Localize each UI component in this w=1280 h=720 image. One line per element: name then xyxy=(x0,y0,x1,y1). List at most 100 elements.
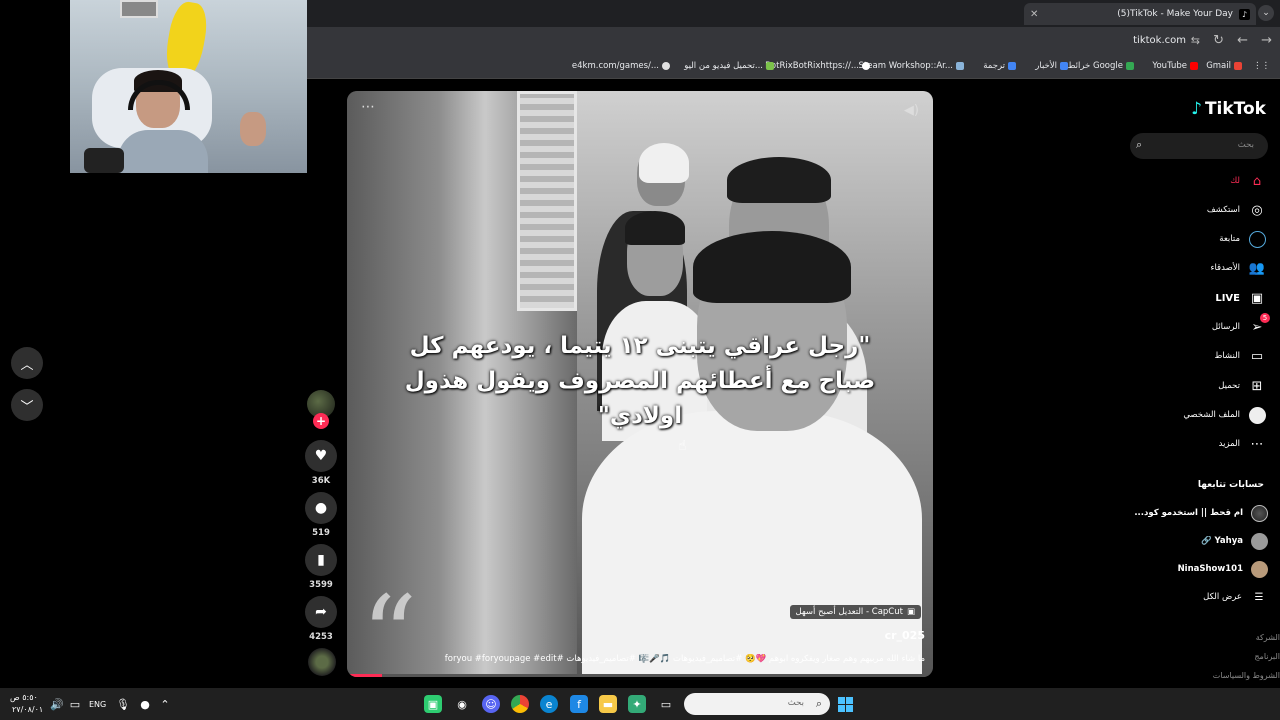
avatar xyxy=(1251,532,1268,550)
capcut-icon: ▣ xyxy=(906,607,915,617)
menu-upload[interactable]: ⊞ تحميل xyxy=(1218,375,1266,397)
video-progress-bar[interactable] xyxy=(347,674,933,677)
menu-profile[interactable]: الملف الشخصي xyxy=(1183,404,1266,426)
save-count: 3599 xyxy=(309,580,333,590)
discord-icon[interactable]: ☺ xyxy=(482,695,500,713)
start-windows-icon[interactable] xyxy=(836,695,854,713)
footer-terms-link[interactable]: الشروط والسياسات xyxy=(1213,671,1280,680)
bookmark-maps[interactable]: خرائط Google xyxy=(1068,61,1134,71)
url-field[interactable]: tiktok.com xyxy=(1133,35,1186,46)
following-account-item[interactable]: NinaShow101 xyxy=(1178,559,1268,579)
video-caption: "رجل عراقي يتبنى ١٢ يتيما ، يودعهم كل صب… xyxy=(404,333,876,429)
list-icon: ☰ xyxy=(1254,591,1264,603)
search-input[interactable]: ⌕ بحث xyxy=(1130,133,1268,159)
avatar xyxy=(1251,504,1268,522)
previous-video-button[interactable]: ︿ xyxy=(11,347,43,379)
more-icon: ⋯ xyxy=(1250,436,1264,452)
network-icon[interactable]: ▭ xyxy=(66,695,84,713)
share-count: 4253 xyxy=(309,632,333,642)
browser-tab-tiktok[interactable]: ♪ (5)TikTok - Make Your Day ✕ xyxy=(1024,3,1256,25)
tiktok-logo[interactable]: TikTok ♪ xyxy=(1191,99,1266,119)
following-account-item[interactable]: ام قحط || استخدمو كود... xyxy=(1134,503,1268,523)
home-icon: ⌂ xyxy=(1252,173,1262,189)
taskbar-search[interactable]: ⌕ بحث xyxy=(684,693,830,715)
forward-arrow-icon[interactable]: ← xyxy=(1237,33,1248,48)
bookmark-video-download[interactable]: تحميل فيديو من اليو... xyxy=(684,61,774,71)
tray-app-icon[interactable]: ● xyxy=(136,695,154,713)
tab-search-icon[interactable]: ⌄ xyxy=(1258,5,1274,21)
chevron-up-icon: ︿ xyxy=(20,357,34,373)
volume-icon[interactable]: 🔊 xyxy=(48,695,66,713)
menu-activity[interactable]: ▭ النشاط xyxy=(1214,345,1266,367)
file-explorer-icon[interactable]: ▬ xyxy=(599,695,617,713)
tiktok-sidebar: TikTok ♪ ⌕ بحث ⌂ لك ◎ استكشف متابعة 👥 ال… xyxy=(1130,79,1280,688)
footer-company-link[interactable]: الشركة xyxy=(1256,633,1280,642)
more-options-icon[interactable]: ⋯ xyxy=(361,99,375,115)
translate-icon xyxy=(1008,62,1016,70)
bookmark-gmail[interactable]: Gmail xyxy=(1206,61,1242,71)
music-disc-icon[interactable] xyxy=(308,648,336,676)
tab-title: (5)TikTok - Make Your Day xyxy=(1117,9,1233,19)
microphone xyxy=(84,148,124,173)
door-grille xyxy=(517,91,577,311)
chevron-down-icon: ﹀ xyxy=(20,399,34,415)
game-icon[interactable]: ✦ xyxy=(628,695,646,713)
tray-expand-icon[interactable]: ⌃ xyxy=(156,695,174,713)
volume-icon[interactable]: ◀) xyxy=(904,103,919,118)
clock-date[interactable]: ٢٧/٠٨/٠١ xyxy=(12,705,43,714)
capcut-badge[interactable]: ▣ CapCut - التعديل أصبح أسهل xyxy=(789,605,921,619)
streamer xyxy=(118,70,208,173)
back-arrow-icon[interactable]: → xyxy=(1261,33,1272,48)
app-icon[interactable]: ▣ xyxy=(424,695,442,713)
bookmark-icon: ▮ xyxy=(317,552,325,568)
heart-icon: ♥ xyxy=(314,448,328,464)
next-video-button[interactable]: ﹀ xyxy=(11,389,43,421)
menu-more[interactable]: ⋯ المزيد xyxy=(1219,433,1266,455)
follow-button[interactable]: + xyxy=(313,413,329,429)
upload-icon: ⊞ xyxy=(1251,378,1263,394)
site-settings-icon[interactable]: ⇆ xyxy=(1191,34,1200,47)
reload-icon[interactable]: ↻ xyxy=(1213,33,1224,48)
bookmark-steam[interactable]: Steam Workshop::Ar... xyxy=(859,61,964,71)
microphone-icon[interactable]: 🎙 xyxy=(114,695,132,713)
bookmark-youtube[interactable]: YouTube xyxy=(1152,61,1198,71)
task-view-icon[interactable]: ▭ xyxy=(657,695,675,713)
language-indicator[interactable]: ENG xyxy=(89,700,106,709)
menu-live[interactable]: ▣ LIVE xyxy=(1215,287,1266,309)
share-button[interactable]: ➦ xyxy=(305,596,337,628)
obs-icon[interactable]: ◉ xyxy=(453,695,471,713)
see-all-link[interactable]: ☰ عرض الكل xyxy=(1203,587,1268,607)
comment-button[interactable]: ● xyxy=(305,492,337,524)
search-icon[interactable]: ⌕ xyxy=(1136,138,1142,152)
menu-for-you[interactable]: ⌂ لك xyxy=(1230,170,1266,192)
menu-following[interactable]: متابعة xyxy=(1219,228,1266,250)
bookmark-botrix[interactable]: BotRixBotRixhttps://... xyxy=(765,61,870,71)
video-author[interactable]: cr_025 xyxy=(885,629,925,642)
footer-program-link[interactable]: البرنامج xyxy=(1254,652,1280,661)
clock-time[interactable]: ٥:٥٠ ص xyxy=(10,693,38,702)
menu-messages[interactable]: ➢ 5 الرسائل xyxy=(1212,313,1270,338)
like-button[interactable]: ♥ xyxy=(305,440,337,472)
facebook-icon[interactable]: f xyxy=(570,695,588,713)
save-button[interactable]: ▮ xyxy=(305,544,337,576)
video-progress-fill xyxy=(347,674,383,677)
messages-icon: ➢ 5 xyxy=(1248,313,1270,336)
menu-friends[interactable]: 👥 الأصدقاء xyxy=(1210,257,1266,279)
edge-icon[interactable]: e xyxy=(540,695,558,713)
tab-close-button[interactable]: ✕ xyxy=(1030,9,1038,20)
video-description: ما شاء الله مربيهم وهم صغار ويفكروه ابوه… xyxy=(444,654,925,664)
chrome-icon[interactable] xyxy=(511,695,529,713)
comment-icon: ● xyxy=(314,500,328,516)
bookmarks-menu-icon[interactable]: ⋮⋮ xyxy=(1253,61,1270,71)
compass-icon: ◎ xyxy=(1251,202,1263,218)
following-icon xyxy=(1248,230,1266,248)
video-player[interactable]: ⋯ ◀) "رجل عراقي يتبنى ١٢ يتيما ، يودعهم … xyxy=(347,91,933,677)
capcut-label: CapCut - التعديل أصبح أسهل xyxy=(795,607,903,617)
youtube-icon xyxy=(1190,62,1198,70)
bookmark-e4km[interactable]: e4km.com/games/... xyxy=(572,61,670,71)
menu-explore[interactable]: ◎ استكشف xyxy=(1207,199,1266,221)
bookmark-news[interactable]: الأخبار xyxy=(1035,61,1068,71)
download-icon xyxy=(766,62,774,70)
bookmark-translate[interactable]: ترجمة xyxy=(983,61,1016,71)
following-account-item[interactable]: Yahya 🔗 xyxy=(1201,531,1268,551)
